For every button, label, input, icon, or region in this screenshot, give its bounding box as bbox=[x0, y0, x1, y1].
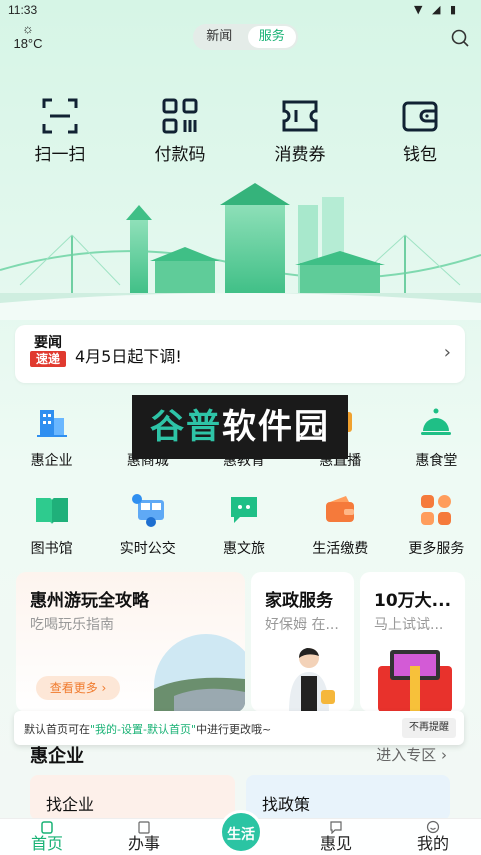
service-label: 实时公交 bbox=[119, 541, 176, 557]
dont-remind-button[interactable]: 不再提醒 bbox=[402, 718, 456, 738]
tab-news[interactable]: 新闻 bbox=[195, 26, 244, 48]
toast-text-highlight: "我的-设置-默认首页" bbox=[90, 723, 197, 736]
housekeeper-photo bbox=[289, 648, 335, 712]
building-icon bbox=[36, 410, 67, 437]
service-realtime-bus[interactable]: 实时公交 bbox=[103, 488, 192, 576]
promo-subtitle: 好保姆 在... bbox=[265, 617, 339, 633]
promo-card-prize[interactable]: 10万大... 马上试试... bbox=[360, 572, 465, 712]
news-badge-top: 要闻 bbox=[34, 335, 62, 351]
nav-label: 办事 bbox=[127, 834, 160, 853]
status-indicators: ▼ ◢ ▮ bbox=[414, 3, 459, 16]
nav-discover[interactable]: 惠见 bbox=[306, 819, 366, 854]
grid-more-icon bbox=[421, 495, 452, 525]
status-time: 11:33 bbox=[8, 3, 38, 17]
message-icon bbox=[330, 821, 342, 834]
mini-card-title: 找政策 bbox=[262, 795, 311, 814]
nav-label: 首页 bbox=[30, 834, 63, 853]
search-icon[interactable] bbox=[450, 28, 470, 48]
service-label: 惠食堂 bbox=[415, 453, 458, 469]
payment-code-button[interactable]: 付款码 bbox=[120, 96, 240, 165]
coupon-icon bbox=[282, 100, 318, 132]
promo-title: 家政服务 bbox=[265, 591, 333, 611]
enter-zone-link[interactable]: 进入专区 › bbox=[376, 744, 447, 765]
wallet-icon bbox=[402, 101, 438, 132]
news-card[interactable]: 要闻 速递 4月5日起下调! › bbox=[15, 325, 465, 383]
wallet-button[interactable]: 钱包 bbox=[360, 96, 480, 165]
service-hui-canteen[interactable]: 惠食堂 bbox=[392, 400, 481, 488]
gift-box-photo bbox=[378, 650, 452, 712]
home-icon bbox=[41, 821, 53, 834]
wallet-pay-icon bbox=[326, 496, 355, 522]
service-more[interactable]: 更多服务 bbox=[392, 488, 481, 576]
nav-profile[interactable]: 我的 bbox=[403, 819, 463, 854]
scan-icon bbox=[42, 98, 78, 134]
toast-text-b: 中进行更改哦~ bbox=[196, 723, 272, 736]
service-label: 图书馆 bbox=[30, 541, 73, 557]
news-headline: 4月5日起下调! bbox=[75, 347, 182, 366]
scan-label: 扫一扫 bbox=[34, 145, 86, 165]
service-label: 生活缴费 bbox=[312, 541, 369, 557]
status-bar: 11:33 ▼ ◢ ▮ bbox=[0, 0, 481, 22]
watermark-overlay: 谷普软件园 bbox=[132, 395, 348, 459]
section-title: 惠企业 bbox=[30, 746, 84, 767]
toast-message: 默认首页可在"我的-设置-默认首页"中进行更改哦~ bbox=[24, 721, 271, 737]
promo-title: 惠州游玩全攻略 bbox=[30, 591, 149, 611]
service-utility-payment[interactable]: 生活缴费 bbox=[296, 488, 385, 576]
sun-icon: ☼ bbox=[22, 21, 34, 36]
tab-services[interactable]: 服务 bbox=[247, 26, 296, 48]
find-enterprise-card[interactable]: 找企业 bbox=[30, 775, 235, 820]
nav-home[interactable]: 首页 bbox=[17, 819, 77, 854]
default-home-toast: 默认首页可在"我的-设置-默认首页"中进行更改哦~ 不再提醒 bbox=[14, 711, 464, 745]
nav-label: 惠见 bbox=[319, 834, 352, 853]
promo-subtitle: 吃喝玩乐指南 bbox=[30, 617, 114, 633]
service-label: 更多服务 bbox=[408, 541, 465, 557]
scan-button[interactable]: 扫一扫 bbox=[0, 96, 120, 165]
temperature: 18°C bbox=[13, 36, 43, 51]
promo-card-tourism[interactable]: 惠州游玩全攻略 吃喝玩乐指南 查看更多 › bbox=[16, 572, 245, 712]
promo-title: 10万大... bbox=[374, 591, 452, 611]
mini-card-title: 找企业 bbox=[46, 795, 95, 814]
news-badge: 要闻 速递 bbox=[30, 335, 66, 367]
canteen-bell-icon bbox=[421, 408, 452, 435]
life-center-button[interactable]: 生活 bbox=[219, 810, 263, 854]
promo-subtitle: 马上试试... bbox=[374, 617, 444, 633]
service-hui-enterprise[interactable]: 惠企业 bbox=[7, 400, 96, 488]
top-tab-switch: 新闻 服务 bbox=[193, 24, 298, 50]
smile-icon bbox=[426, 820, 440, 834]
news-badge-bottom: 速递 bbox=[30, 351, 66, 367]
wallet-label: 钱包 bbox=[403, 145, 437, 165]
service-hui-culture-tourism[interactable]: 惠文旅 bbox=[199, 488, 288, 576]
payment-code-label: 付款码 bbox=[154, 145, 206, 165]
nav-services[interactable]: 办事 bbox=[114, 819, 174, 854]
book-icon bbox=[35, 498, 68, 524]
city-photo bbox=[154, 634, 245, 712]
quick-actions: 扫一扫 付款码 消费券 钱包 bbox=[0, 96, 481, 165]
service-label: 惠企业 bbox=[30, 453, 73, 469]
toast-text-a: 默认首页可在 bbox=[24, 723, 90, 736]
watermark-text-a: 谷普 bbox=[150, 407, 222, 447]
payment-code-icon bbox=[162, 98, 198, 134]
city-skyline-illustration bbox=[0, 183, 481, 320]
bus-icon bbox=[131, 494, 164, 527]
promo-card-housekeeping[interactable]: 家政服务 好保姆 在... bbox=[251, 572, 354, 712]
weather-widget[interactable]: ☼ 18°C bbox=[10, 21, 46, 52]
nav-label: 我的 bbox=[416, 834, 449, 853]
view-more-button[interactable]: 查看更多 › bbox=[36, 676, 120, 700]
watermark-text-b: 软件园 bbox=[222, 407, 330, 447]
chevron-right-icon: › bbox=[443, 342, 451, 363]
tasks-icon bbox=[138, 821, 150, 834]
service-label: 惠文旅 bbox=[223, 541, 265, 557]
coupon-button[interactable]: 消费券 bbox=[240, 96, 360, 165]
service-library[interactable]: 图书馆 bbox=[7, 488, 96, 576]
coupon-label: 消费券 bbox=[274, 145, 326, 165]
chat-icon bbox=[231, 497, 257, 523]
find-policy-card[interactable]: 找政策 bbox=[246, 775, 450, 820]
